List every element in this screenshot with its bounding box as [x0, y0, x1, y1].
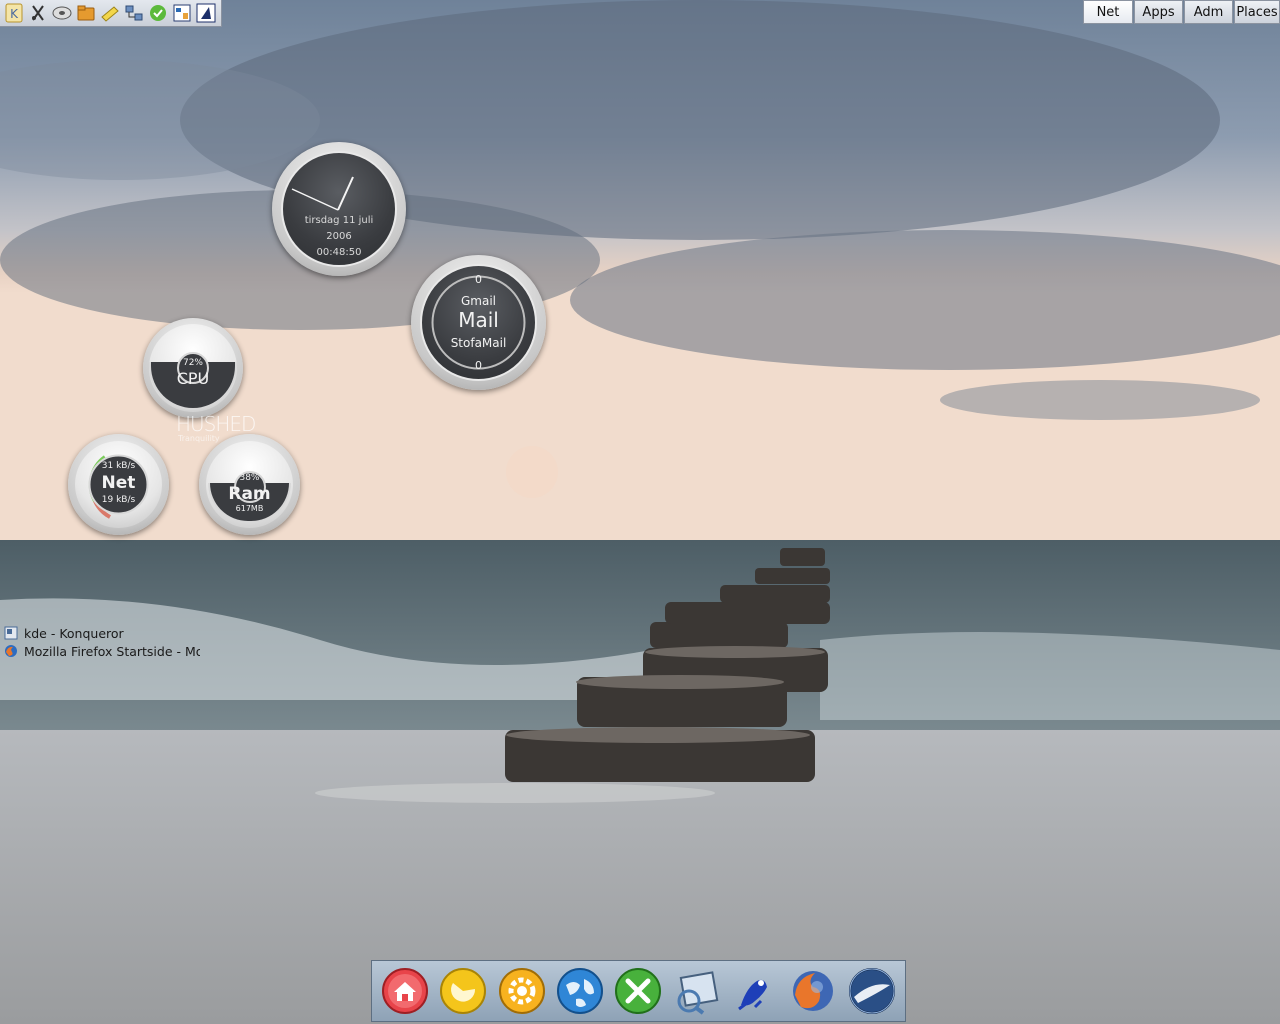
mail-widget[interactable]: 0 Gmail Mail StofaMail 0 — [411, 255, 546, 390]
clock-date: tirsdag 11 juli — [304, 215, 374, 226]
ram-used: 617MB — [235, 504, 264, 513]
kde-menu-icon[interactable]: K — [3, 2, 25, 24]
hour-hand — [291, 188, 339, 211]
check-icon[interactable] — [147, 2, 169, 24]
quick-launch-bar: K — [0, 0, 222, 27]
top-menu-bar: Net Apps Adm Places — [1082, 0, 1280, 24]
settings-icon[interactable] — [497, 966, 547, 1016]
svg-text:K: K — [10, 7, 19, 21]
window-list: kde - Konqueror Mozilla Firefox Startsid… — [4, 624, 200, 660]
frog-icon[interactable] — [730, 966, 780, 1016]
net-widget[interactable]: 31 kB/s Net 19 kB/s — [68, 434, 169, 535]
konqueror-icon — [4, 626, 18, 640]
window-item-label: kde - Konqueror — [24, 625, 124, 641]
mail-face: 0 Gmail Mail StofaMail 0 — [420, 264, 537, 381]
theme-tagline: Tranquility — [178, 434, 220, 443]
window-item-konqueror[interactable]: kde - Konqueror — [4, 624, 200, 642]
ram-percent: 38% — [239, 473, 260, 483]
desktop-wallpaper — [0, 0, 1280, 1024]
kmix-icon[interactable] — [27, 2, 49, 24]
cpu-label: CPU — [176, 369, 210, 388]
minute-hand — [337, 176, 354, 211]
cd-icon[interactable] — [51, 2, 73, 24]
mail-account-stofamail[interactable]: StofaMail — [422, 336, 535, 350]
cpu-percent: 72% — [182, 358, 203, 368]
window-item-firefox[interactable]: Mozilla Firefox Startside - Mozilla Fire… — [4, 642, 200, 660]
cpu-widget[interactable]: 72% CPU — [143, 318, 243, 418]
clock-face: tirsdag 11 juli 2006 00:48:50 — [281, 151, 397, 267]
pacman-icon[interactable] — [438, 966, 488, 1016]
window-item-label: Mozilla Firefox Startside - Mozilla Fire… — [24, 643, 200, 659]
tools-icon[interactable] — [613, 966, 663, 1016]
sign-icon[interactable] — [195, 2, 217, 24]
net-down-rate: 31 kB/s — [101, 461, 136, 471]
folder-icon[interactable] — [75, 2, 97, 24]
menu-net[interactable]: Net — [1083, 0, 1133, 24]
ram-widget[interactable]: 38% Ram 617MB — [199, 434, 300, 535]
mail-title: Mail — [458, 308, 499, 332]
menu-places[interactable]: Places — [1234, 0, 1280, 24]
net-up-rate: 19 kB/s — [101, 495, 136, 505]
monitor-icon[interactable] — [171, 2, 193, 24]
theme-logo: HUSHED — [176, 412, 256, 436]
menu-adm[interactable]: Adm — [1184, 0, 1233, 24]
note-icon[interactable] — [99, 2, 121, 24]
mail-bottom-count: 0 — [475, 359, 482, 372]
mail-top-count: 0 — [475, 273, 482, 286]
net-label: Net — [101, 473, 136, 493]
google-earth-icon[interactable] — [847, 966, 897, 1016]
clock-widget[interactable]: tirsdag 11 juli 2006 00:48:50 — [272, 142, 406, 276]
network-icon[interactable] — [123, 2, 145, 24]
firefox-icon — [5, 645, 17, 657]
mail-icon[interactable] — [672, 966, 722, 1016]
menu-apps[interactable]: Apps — [1134, 0, 1183, 24]
dock-bar — [371, 960, 906, 1022]
home-icon[interactable] — [380, 966, 430, 1016]
clock-year: 2006 — [326, 231, 352, 242]
mail-account-gmail[interactable]: Gmail — [422, 294, 535, 308]
firefox-icon[interactable] — [788, 966, 838, 1016]
ram-label: Ram — [228, 484, 271, 504]
globe-icon[interactable] — [555, 966, 605, 1016]
clock-time: 00:48:50 — [316, 247, 362, 258]
